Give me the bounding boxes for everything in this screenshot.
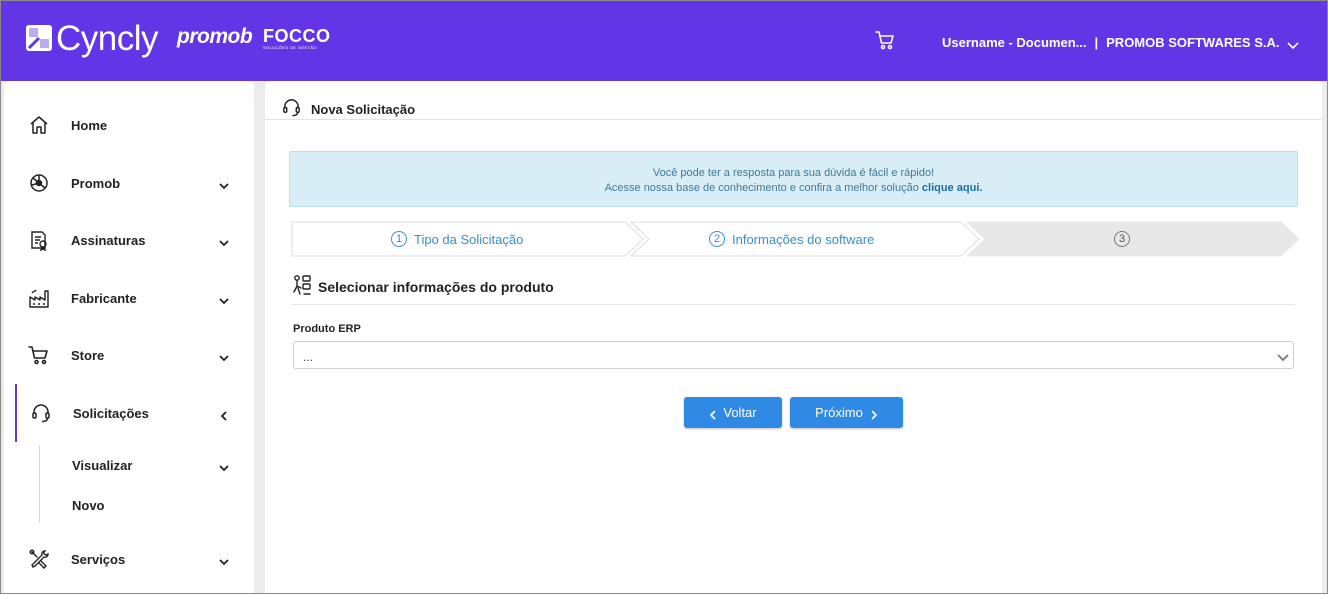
- chevron-down-icon: [218, 293, 230, 305]
- step-label: Informações do software: [732, 231, 875, 247]
- sidebar-item-servicos[interactable]: Serviços: [4, 539, 254, 579]
- sidebar-item-fabricante[interactable]: Fabricante: [4, 278, 254, 318]
- promob-logo[interactable]: promob: [177, 25, 253, 49]
- chevron-down-icon: [1287, 38, 1300, 49]
- user-menu[interactable]: Username - Documen... | PROMOB SOFTWARES…: [942, 35, 1300, 50]
- chevron-down-icon: [218, 178, 230, 190]
- main-panel: Nova Solicitação Você pode ter a respost…: [265, 81, 1322, 594]
- focco-wordmark: FOCCO: [263, 26, 331, 46]
- username-label: Username - Documen...: [942, 35, 1087, 50]
- tools-icon: [28, 548, 50, 570]
- stepper: 1 Tipo da Solicitação 2 Informações do s…: [291, 221, 1301, 257]
- sidebar-item-home[interactable]: Home: [4, 105, 254, 145]
- step-label: Tipo da Solicitação: [414, 231, 524, 247]
- cyncly-logo-icon: [26, 25, 52, 51]
- chevron-down-icon[interactable]: [218, 460, 230, 472]
- back-button-label: Voltar: [723, 405, 757, 420]
- sidebar-subitem-visualizar[interactable]: Visualizar: [72, 458, 132, 473]
- submenu-line: [39, 445, 40, 523]
- cyncly-logo[interactable]: Cyncly: [26, 18, 159, 58]
- step-1[interactable]: 1 Tipo da Solicitação: [391, 231, 523, 247]
- page-header: Nova Solicitação: [265, 81, 1322, 120]
- sidebar-item-promob[interactable]: Promob: [4, 163, 254, 203]
- chevron-left-icon: [709, 408, 717, 420]
- section-title: Selecionar informações do produto: [318, 279, 554, 295]
- sidebar-item-solicitacoes[interactable]: Solicitações: [4, 384, 254, 442]
- produto-erp-select[interactable]: ...: [293, 341, 1294, 369]
- sidebar-item-label: Store: [71, 347, 105, 363]
- sidebar-item-label: Fabricante: [71, 290, 137, 306]
- step-number: 3: [1114, 231, 1130, 247]
- factory-icon: [28, 287, 50, 309]
- next-button[interactable]: Próximo: [790, 397, 903, 428]
- alert-line-2-text: Acesse nossa base de conhecimento e conf…: [604, 182, 919, 194]
- chevron-down-icon: [1277, 350, 1289, 362]
- chevron-down-icon: [218, 235, 230, 247]
- back-button[interactable]: Voltar: [684, 397, 782, 428]
- alert-line-2: Acesse nossa base de conhecimento e conf…: [290, 181, 1297, 196]
- step-number: 1: [391, 231, 407, 247]
- company-label: PROMOB SOFTWARES S.A.: [1106, 35, 1280, 50]
- chevron-down-icon: [218, 554, 230, 566]
- top-header: Cyncly promob FOCCO SOLUÇÕES DE GESTÃO U…: [0, 0, 1328, 81]
- cart-icon: [28, 344, 50, 366]
- header-cart-icon[interactable]: [874, 29, 896, 51]
- subscription-icon: [28, 229, 50, 252]
- sidebar-item-label: Serviços: [71, 551, 126, 567]
- headset-icon: [30, 402, 52, 424]
- produto-erp-label: Produto ERP: [293, 323, 361, 335]
- select-value: ...: [303, 350, 314, 364]
- sidebar-item-label: Solicitações: [73, 405, 149, 421]
- sidebar-item-label: Assinaturas: [71, 232, 146, 248]
- cyncly-wordmark: Cyncly: [56, 18, 159, 58]
- focco-tagline: SOLUÇÕES DE GESTÃO: [263, 45, 317, 50]
- promob-icon: [28, 172, 50, 194]
- chevron-down-icon: [218, 350, 230, 362]
- page-title: Nova Solicitação: [311, 102, 416, 117]
- sidebar-item-label: Promob: [71, 175, 121, 191]
- sidebar-item-assinaturas[interactable]: Assinaturas: [4, 220, 254, 260]
- knowledge-base-alert: Você pode ter a resposta para sua dúvida…: [289, 151, 1298, 207]
- user-separator: |: [1094, 35, 1099, 50]
- focco-logo[interactable]: FOCCO SOLUÇÕES DE GESTÃO: [263, 26, 331, 50]
- sidebar-item-store[interactable]: Store: [4, 335, 254, 375]
- product-settings-icon: [292, 274, 312, 296]
- chevron-right-icon: [870, 408, 878, 420]
- sidebar: Home Promob Assinaturas Fabricante Store…: [4, 81, 254, 594]
- alert-line-1: Você pode ter a resposta para sua dúvida…: [652, 167, 935, 179]
- step-2[interactable]: 2 Informações do software: [709, 231, 874, 247]
- chevron-left-icon: [218, 408, 230, 421]
- headset-icon: [281, 97, 302, 118]
- section-divider: [291, 304, 1295, 305]
- home-icon: [28, 114, 50, 136]
- sidebar-item-label: Home: [71, 117, 108, 133]
- sidebar-subitem-novo[interactable]: Novo: [72, 498, 105, 513]
- next-button-label: Próximo: [815, 405, 863, 420]
- knowledge-base-link[interactable]: clique aqui.: [922, 182, 983, 194]
- step-number: 2: [709, 231, 725, 247]
- step-3: 3: [1114, 231, 1130, 247]
